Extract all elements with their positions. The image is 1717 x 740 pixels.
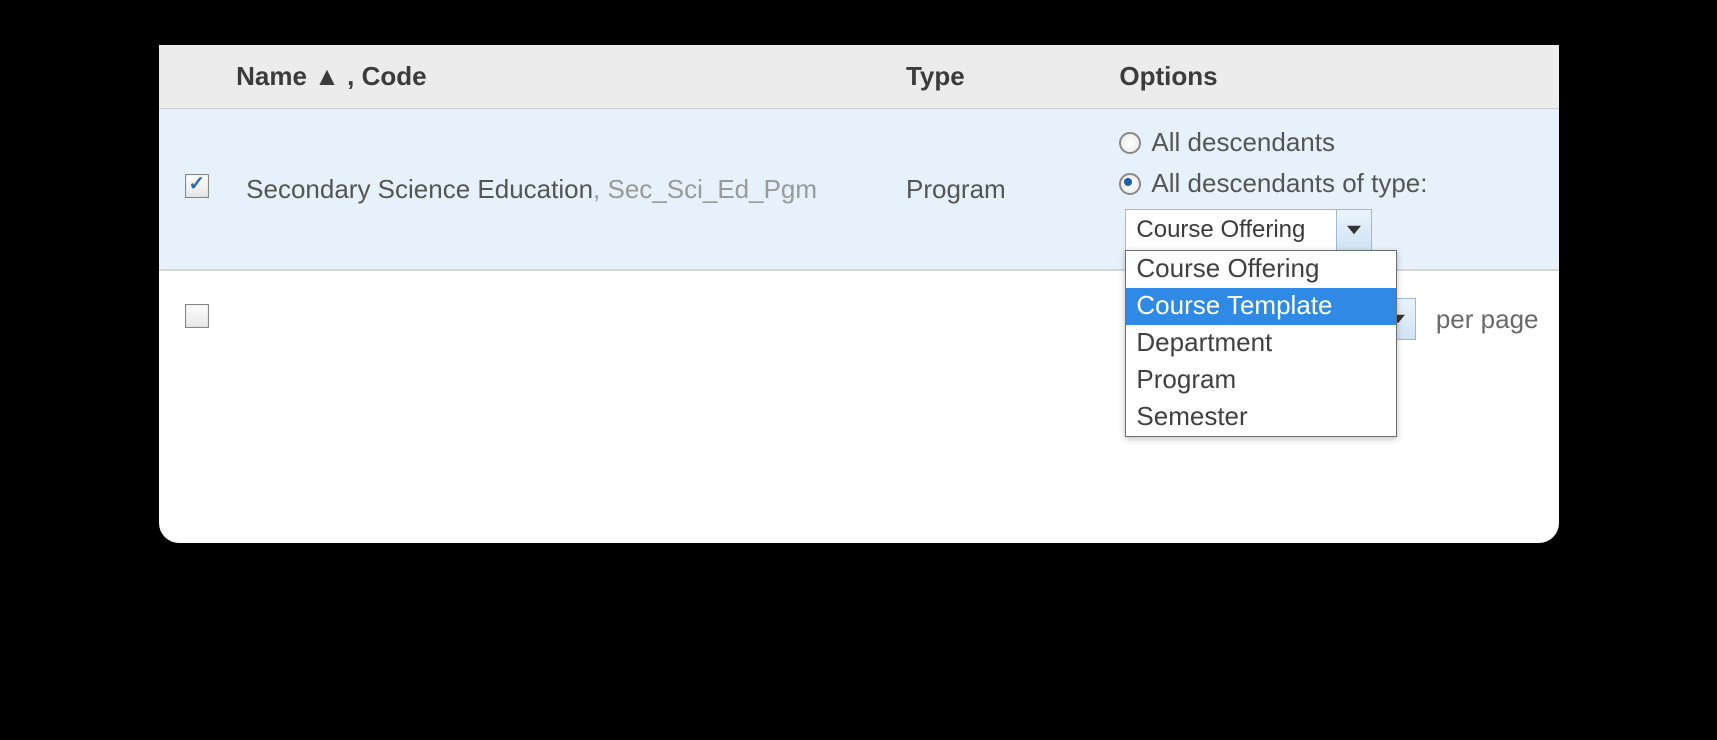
- dropdown-item[interactable]: Department: [1126, 325, 1396, 362]
- descendant-type-select-value: Course Offering: [1126, 210, 1336, 250]
- per-page-label: per page: [1436, 304, 1539, 335]
- row-type-text: Program: [896, 109, 1109, 271]
- descendant-type-select-button[interactable]: [1336, 210, 1371, 250]
- radio-all-descendants[interactable]: [1119, 132, 1141, 154]
- chevron-down-icon: [1347, 216, 1361, 244]
- descendant-type-dropdown[interactable]: Course OfferingCourse TemplateDepartment…: [1125, 250, 1397, 437]
- dropdown-item[interactable]: Course Offering: [1126, 251, 1396, 288]
- row-name-text: Secondary Science Education: [246, 174, 593, 204]
- table-panel: Name ▲ , Code Type Options Secondary Sci…: [159, 45, 1559, 543]
- row-options: All descendants All descendants of type:…: [1119, 127, 1548, 251]
- row-name-sep: ,: [593, 174, 607, 204]
- col-header-options: Options: [1109, 45, 1558, 109]
- col-header-type: Type: [896, 45, 1109, 109]
- select-all-checkbox[interactable]: [185, 304, 209, 328]
- table-header-row: Name ▲ , Code Type Options: [159, 45, 1559, 109]
- dropdown-item[interactable]: Semester: [1126, 399, 1396, 436]
- org-unit-table: Name ▲ , Code Type Options Secondary Sci…: [159, 45, 1559, 543]
- option-all-descendants-of-type-label: All descendants of type:: [1151, 168, 1427, 199]
- option-all-descendants[interactable]: All descendants: [1119, 127, 1335, 158]
- col-header-name-code[interactable]: Name ▲ , Code: [236, 45, 896, 109]
- row-name-code: Secondary Science Education, Sec_Sci_Ed_…: [246, 174, 817, 204]
- dropdown-item[interactable]: Course Template: [1126, 288, 1396, 325]
- option-all-descendants-label: All descendants: [1151, 127, 1335, 158]
- col-header-checkbox: [159, 45, 237, 109]
- option-all-descendants-of-type[interactable]: All descendants of type:: [1119, 168, 1427, 199]
- row-checkbox[interactable]: [185, 174, 209, 198]
- row-code-text: Sec_Sci_Ed_Pgm: [607, 174, 817, 204]
- dropdown-item[interactable]: Program: [1126, 362, 1396, 399]
- descendant-type-select[interactable]: Course Offering: [1125, 209, 1372, 251]
- radio-all-descendants-of-type[interactable]: [1119, 173, 1141, 195]
- table-row: Secondary Science Education, Sec_Sci_Ed_…: [159, 109, 1559, 271]
